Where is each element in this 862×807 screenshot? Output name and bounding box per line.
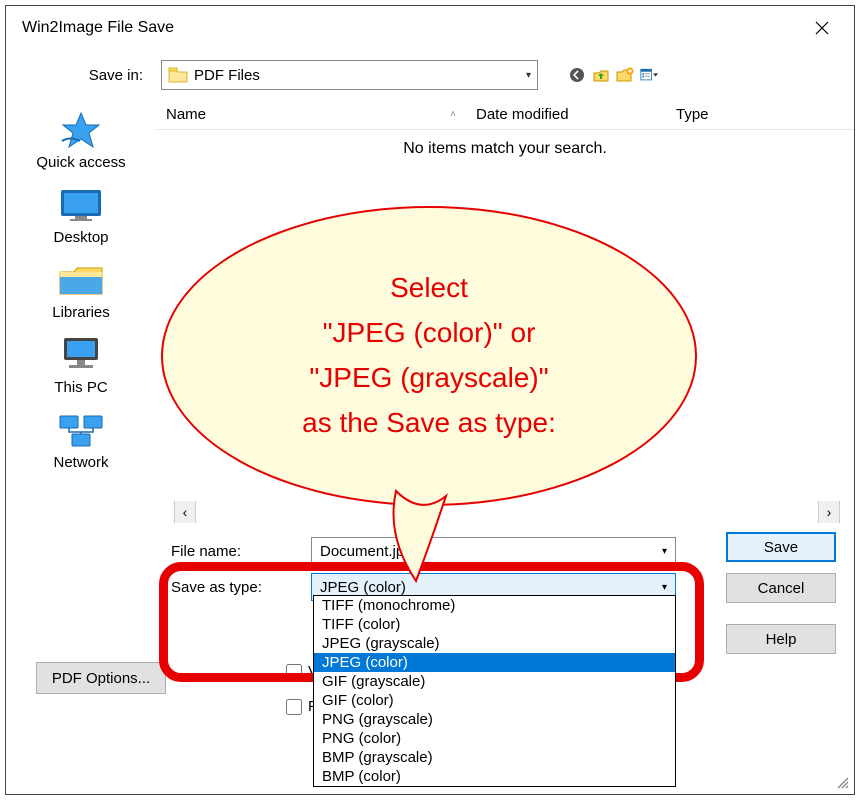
resize-grip[interactable]: [834, 774, 850, 790]
type-option[interactable]: JPEG (color): [314, 653, 675, 672]
scroll-right-arrow[interactable]: ›: [818, 501, 840, 523]
type-option[interactable]: JPEG (grayscale): [314, 634, 675, 653]
type-option[interactable]: BMP (color): [314, 767, 675, 786]
save-in-label: Save in:: [86, 67, 151, 84]
view-menu-icon[interactable]: [640, 66, 658, 84]
place-label: This PC: [54, 379, 107, 396]
quick-access-icon: [57, 110, 105, 150]
place-label: Desktop: [53, 229, 108, 246]
place-libraries[interactable]: Libraries: [52, 260, 110, 321]
close-icon: [815, 21, 829, 35]
file-name-value: Document.jpg: [320, 543, 662, 560]
save-as-type-label: Save as type:: [171, 579, 291, 596]
horizontal-scrollbar[interactable]: ‹ ›: [174, 501, 840, 523]
type-option[interactable]: TIFF (color): [314, 615, 675, 634]
folder-icon: [168, 66, 188, 84]
place-desktop[interactable]: Desktop: [53, 185, 108, 246]
save-in-row: Save in: PDF Files ▾: [6, 50, 854, 100]
file-save-dialog: Win2Image File Save Save in: PDF Files ▾…: [5, 5, 855, 795]
type-option[interactable]: GIF (color): [314, 691, 675, 710]
file-name-input[interactable]: Document.jpg ▾: [311, 537, 676, 565]
empty-message: No items match your search.: [156, 130, 854, 158]
action-buttons: Save Cancel Help: [726, 532, 836, 654]
type-option[interactable]: GIF (grayscale): [314, 672, 675, 691]
place-label: Libraries: [52, 304, 110, 321]
chevron-down-icon: ▾: [662, 546, 667, 557]
type-option[interactable]: BMP (grayscale): [314, 748, 675, 767]
save-button[interactable]: Save: [726, 532, 836, 562]
save-in-dropdown[interactable]: PDF Files ▾: [161, 60, 538, 90]
places-bar: Quick access Desktop Libraries This PC N…: [6, 100, 156, 560]
column-headers: Name˄ Date modified Type: [156, 100, 854, 130]
place-quick-access[interactable]: Quick access: [36, 110, 125, 171]
checkbox-1[interactable]: [286, 664, 302, 680]
file-list-pane: Name˄ Date modified Type No items match …: [156, 100, 854, 560]
checkbox-2[interactable]: [286, 699, 302, 715]
this-pc-icon: [57, 335, 105, 375]
save-in-value: PDF Files: [194, 67, 526, 84]
window-title: Win2Image File Save: [22, 19, 174, 37]
type-option[interactable]: PNG (grayscale): [314, 710, 675, 729]
column-type[interactable]: Type: [666, 100, 854, 129]
place-this-pc[interactable]: This PC: [54, 335, 107, 396]
type-option[interactable]: PNG (color): [314, 729, 675, 748]
file-name-label: File name:: [171, 543, 291, 560]
type-option[interactable]: TIFF (monochrome): [314, 596, 675, 615]
nav-toolbar: [568, 66, 658, 84]
place-label: Quick access: [36, 154, 125, 171]
title-bar: Win2Image File Save: [6, 6, 854, 50]
save-as-type-value: JPEG (color): [320, 579, 662, 596]
network-icon: [57, 410, 105, 450]
file-name-row: File name: Document.jpg ▾: [6, 532, 696, 570]
close-button[interactable]: [802, 8, 842, 48]
chevron-down-icon: ▾: [526, 70, 531, 81]
save-as-type-options-list[interactable]: TIFF (monochrome) TIFF (color) JPEG (gra…: [313, 595, 676, 787]
column-date[interactable]: Date modified: [466, 100, 666, 129]
desktop-icon: [57, 185, 105, 225]
scroll-track[interactable]: [196, 505, 818, 520]
chevron-down-icon: ▾: [662, 582, 667, 593]
column-name[interactable]: Name˄: [156, 100, 466, 129]
new-folder-icon[interactable]: [616, 66, 634, 84]
place-label: Network: [53, 454, 108, 471]
pdf-options-button[interactable]: PDF Options...: [36, 662, 166, 694]
back-icon[interactable]: [568, 66, 586, 84]
up-one-level-icon[interactable]: [592, 66, 610, 84]
scroll-left-arrow[interactable]: ‹: [174, 501, 196, 523]
main-area: Quick access Desktop Libraries This PC N…: [6, 100, 854, 560]
help-button[interactable]: Help: [726, 624, 836, 654]
cancel-button[interactable]: Cancel: [726, 573, 836, 603]
place-network[interactable]: Network: [53, 410, 108, 471]
sort-ascending-icon: ˄: [450, 109, 456, 120]
libraries-icon: [57, 260, 105, 300]
